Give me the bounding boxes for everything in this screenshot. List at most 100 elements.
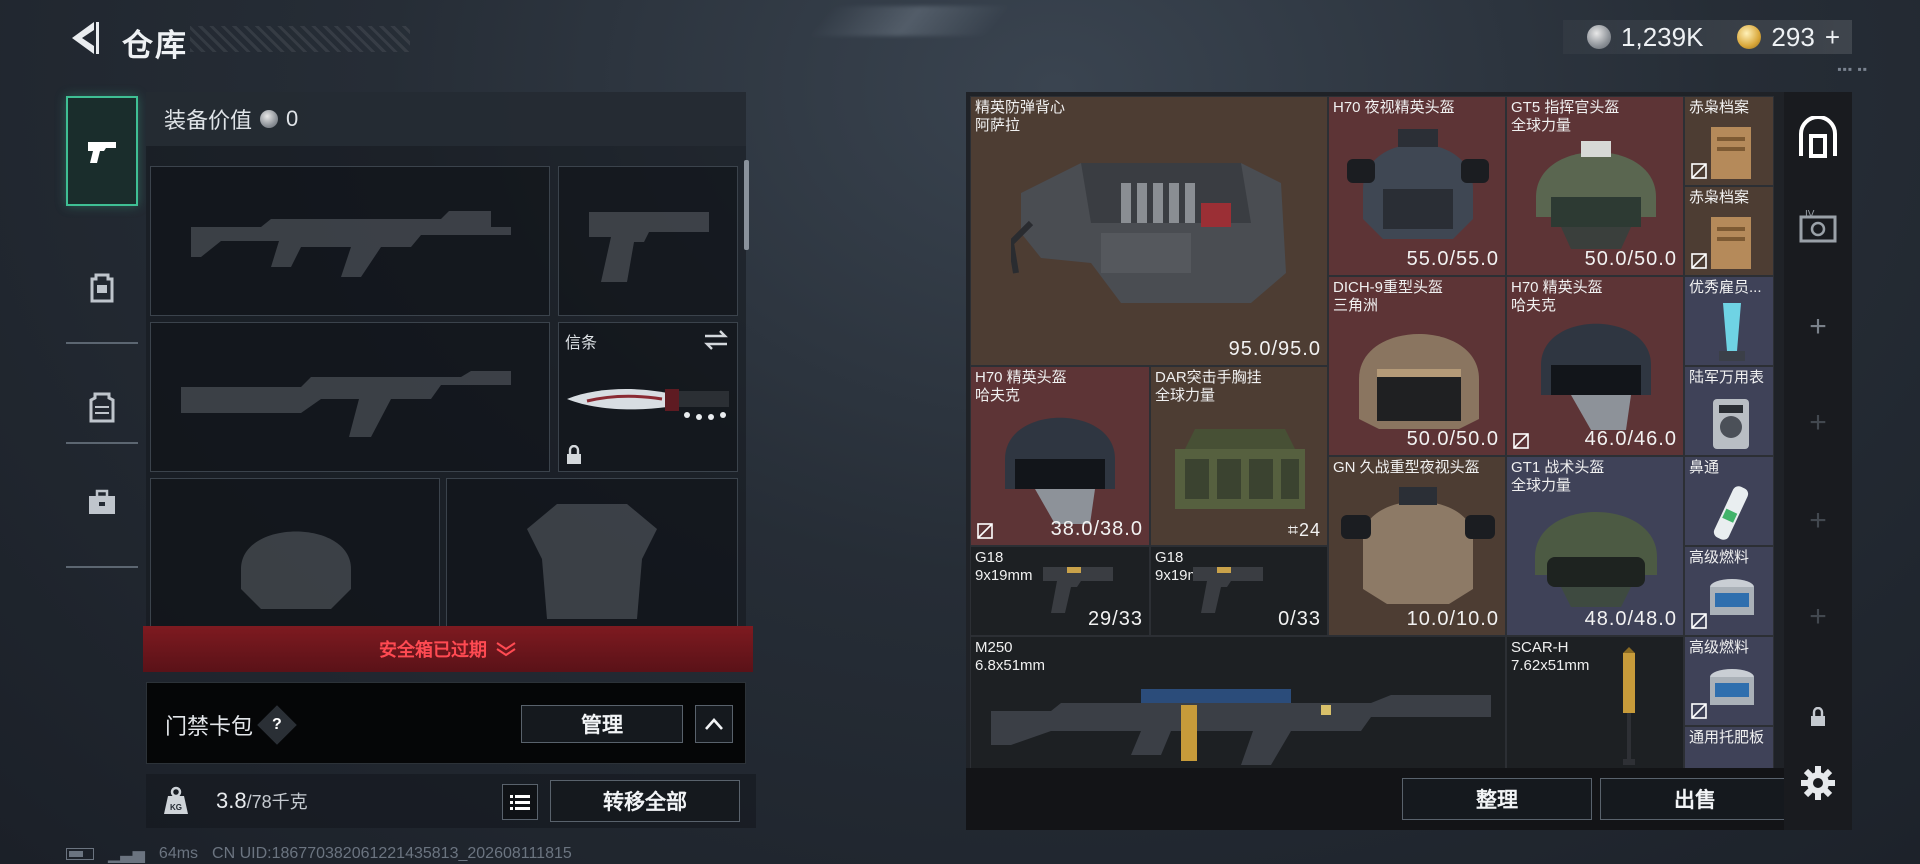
- stash-tab-iv[interactable]: IV: [1784, 182, 1852, 272]
- ping-readout: 64ms: [158, 845, 199, 862]
- equipment-scrollbar[interactable]: [744, 160, 749, 250]
- safe-box-status: 安全箱已过期: [379, 640, 487, 660]
- equipment-value: 0: [286, 106, 299, 131]
- pistol-icon: [1193, 567, 1263, 613]
- pistol-slot[interactable]: [558, 166, 738, 316]
- stash-item-dich9[interactable]: DICH-9重型头盔 三角洲 50.0/50.0: [1328, 276, 1506, 456]
- manage-button[interactable]: 管理: [521, 705, 683, 743]
- rail-divider: [66, 442, 138, 444]
- add-stash-tab-button[interactable]: +: [1784, 282, 1852, 372]
- armor-tab[interactable]: [66, 352, 138, 462]
- stash-item-file2[interactable]: 赤枭档案: [1684, 186, 1774, 276]
- silver-coin-icon: [260, 110, 279, 128]
- weight-readout: 3.8/78千克: [216, 788, 308, 814]
- bullet-icon: [1623, 647, 1635, 765]
- knife-icon: [567, 389, 729, 420]
- stash-item-h70-b[interactable]: H70 精英头盔 哈夫克 46.0/46.0: [1506, 276, 1684, 456]
- settings-button[interactable]: [1784, 738, 1852, 828]
- stash-item-h70-nv[interactable]: H70 夜视精英头盔 55.0/55.0: [1328, 96, 1506, 276]
- stash-grid: 精英防弹背心 阿萨拉 95.0/95.0 H70 夜视精英头盔 55.0/55.…: [966, 92, 1784, 768]
- vest-silhouette-icon: [527, 504, 657, 619]
- fuel-can-icon: [1710, 579, 1754, 615]
- equipment-panel: 装备价值 0 信条: [146, 92, 746, 627]
- item-name: 陆军万用表: [1689, 369, 1765, 386]
- rail-divider: [66, 566, 138, 568]
- help-icon[interactable]: ?: [257, 705, 297, 745]
- card-pack-label: 门禁卡包: [165, 714, 254, 739]
- add-stash-tab-button[interactable]: +: [1784, 476, 1852, 566]
- melee-slot[interactable]: 信条: [558, 322, 738, 472]
- add-stash-tab-button[interactable]: +: [1784, 378, 1852, 468]
- back-arrow-icon[interactable]: [66, 18, 100, 58]
- rail-divider: [66, 342, 138, 344]
- item-name: 高级燃料: [1689, 639, 1750, 656]
- sort-button[interactable]: 整理: [1402, 778, 1592, 820]
- stash-item-nasal[interactable]: 鼻通: [1684, 456, 1774, 546]
- toolbox-tab[interactable]: [66, 448, 138, 558]
- stash-item-dar[interactable]: DAR突击手胸挂 全球力量 ⌗24: [1150, 366, 1328, 546]
- item-name: DAR突击手胸挂 全球力量: [1155, 369, 1262, 404]
- stash-tab-main[interactable]: [1784, 92, 1852, 182]
- svg-text:IV: IV: [1805, 209, 1815, 220]
- helmet-slot[interactable]: [150, 478, 440, 627]
- stash-item-award[interactable]: 优秀雇员...: [1684, 276, 1774, 366]
- armor-slot[interactable]: [446, 478, 738, 627]
- armor-vest-icon: [1011, 163, 1286, 303]
- fuel-can-icon: [1710, 669, 1754, 705]
- transfer-all-button[interactable]: 转移全部: [550, 780, 740, 822]
- no-trade-icon: [977, 523, 993, 539]
- document-icon: [1711, 127, 1751, 179]
- stash-item-fuel2[interactable]: 高级燃料: [1684, 636, 1774, 726]
- signal-icon: ▁▃▅: [108, 846, 145, 863]
- secondary-weapon-slot[interactable]: [150, 322, 550, 472]
- no-trade-icon: [1691, 163, 1707, 179]
- collapse-button[interactable]: [695, 705, 733, 743]
- stash-item-g18a[interactable]: G18 9x19mm 29/33: [970, 546, 1150, 636]
- safe-box-expired-banner[interactable]: 安全箱已过期: [143, 626, 753, 672]
- backpack-tab[interactable]: [66, 232, 138, 342]
- weapon-tab[interactable]: [66, 96, 138, 206]
- stash-item-h70-a[interactable]: H70 精英头盔 哈夫克 38.0/38.0: [970, 366, 1150, 546]
- gear-icon: [1801, 766, 1835, 800]
- heavy-helmet-icon: [1359, 334, 1479, 429]
- stash-item-gn[interactable]: GN 久战重型夜视头盔 10.0/10.0: [1328, 456, 1506, 636]
- stash-item-fuel1[interactable]: 高级燃料: [1684, 546, 1774, 636]
- card-pack-label-group: 门禁卡包 ?: [165, 705, 297, 745]
- item-name: 高级燃料: [1689, 549, 1750, 566]
- chest-rig-icon: [1175, 429, 1305, 509]
- no-trade-icon: [1691, 703, 1707, 719]
- item-name: 鼻通: [1689, 459, 1720, 476]
- uid-readout: CN UID:18677038206122143581​3_2026081118…: [212, 845, 572, 862]
- stash-item-watch[interactable]: 陆军万用表: [1684, 366, 1774, 456]
- item-name: SCAR-H 7.62x51mm: [1511, 639, 1590, 674]
- primary-weapon-slot[interactable]: [150, 166, 550, 316]
- nv-helmet-icon: [1347, 129, 1489, 239]
- durability: 95.0/95.0: [1228, 338, 1321, 360]
- item-name: 精英防弹背心 阿萨拉: [975, 99, 1066, 134]
- pistol-silhouette-icon: [589, 212, 709, 282]
- armor-vest-icon: [89, 392, 115, 423]
- stash-item-gt5[interactable]: GT5 指挥官头盔 全球力量 50.0/50.0: [1506, 96, 1684, 276]
- list-view-button[interactable]: [502, 784, 538, 820]
- vault-icon: [1799, 116, 1837, 158]
- add-stash-tab-button[interactable]: +: [1784, 572, 1852, 662]
- gold-coin-icon: [1737, 25, 1762, 49]
- lock-icon: [567, 445, 581, 464]
- sell-button[interactable]: 出售: [1600, 778, 1790, 820]
- elite-helmet-icon: [1541, 323, 1651, 430]
- silver-coin-icon: [1587, 25, 1612, 49]
- stash-item-vest[interactable]: 精英防弹背心 阿萨拉 95.0/95.0: [970, 96, 1328, 366]
- stash-item-grease[interactable]: 通用托肥板: [1684, 726, 1774, 768]
- stash-item-g18b[interactable]: G18 9x19mm 0/33: [1150, 546, 1328, 636]
- stash-item-gt1[interactable]: GT1 战术头盔 全球力量 48.0/48.0: [1506, 456, 1684, 636]
- backpack-icon: [90, 273, 114, 303]
- status-bar: ▁▃▅ 64ms CN UID:18677038206122143581​3_2…: [66, 844, 572, 864]
- ammo-count: 0/33: [1278, 608, 1321, 630]
- stash-item-scar[interactable]: SCAR-H 7.62x51mm: [1506, 636, 1684, 768]
- swap-icon[interactable]: [703, 329, 729, 351]
- access-card-pack: 门禁卡包 ? 管理: [146, 682, 746, 764]
- add-currency-button[interactable]: +: [1825, 22, 1840, 53]
- stash-item-m250[interactable]: M250 6.8x51mm: [970, 636, 1506, 768]
- weight-max: /78千克: [246, 792, 308, 812]
- stash-item-file1[interactable]: 赤枭档案: [1684, 96, 1774, 186]
